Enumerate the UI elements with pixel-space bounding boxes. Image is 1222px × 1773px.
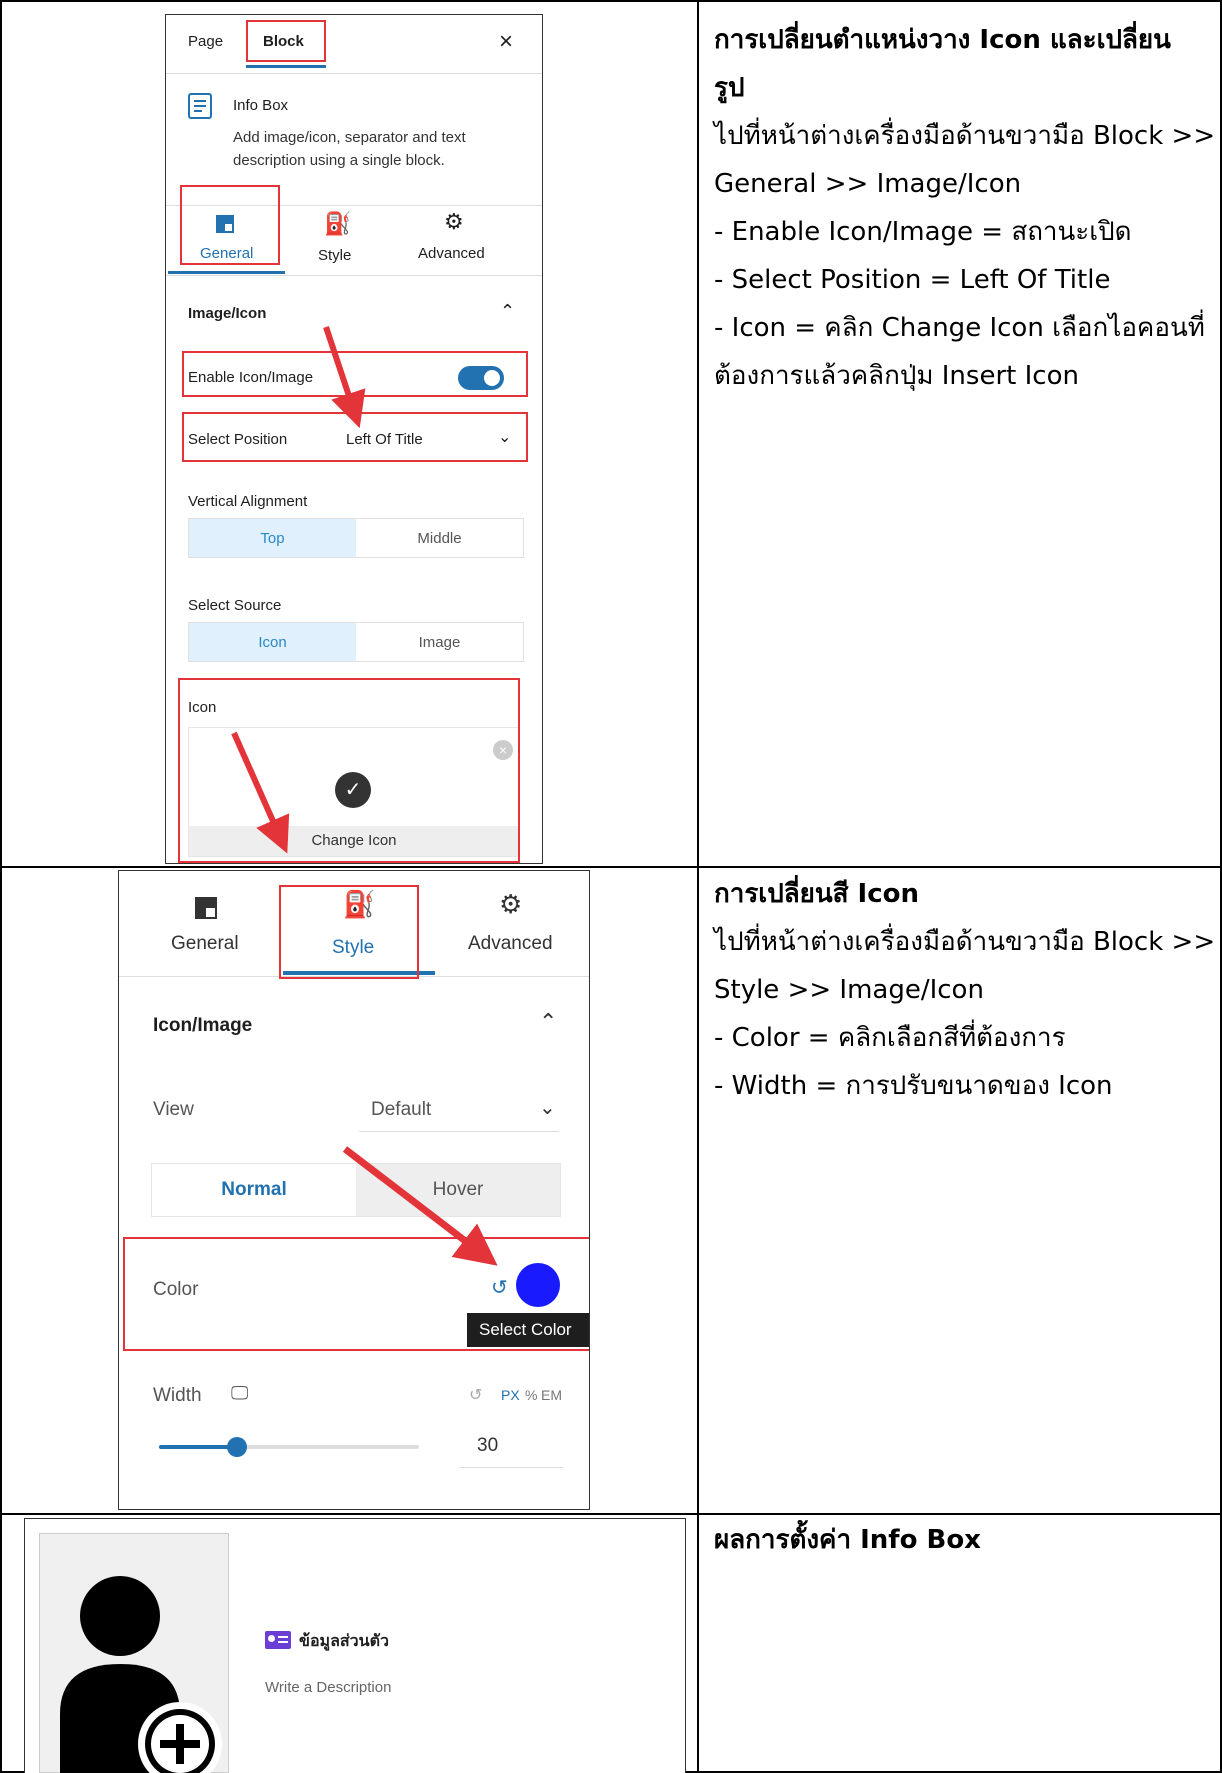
row2-line: - Width = การปรับขนาดของ Icon (714, 1071, 1113, 1101)
column-divider (697, 0, 699, 1773)
row1-title-cont: รูป (714, 73, 745, 103)
row1-title: การเปลี่ยนตำแหน่งวาง Icon และเปลี่ยน (714, 25, 1171, 55)
user-add-icon (60, 1576, 222, 1773)
image-placeholder (39, 1533, 229, 1773)
annotation-arrows (231, 326, 366, 854)
block-settings-panel: Page Block × Info Box Add image/icon, se… (165, 14, 543, 864)
info-box-preview: ข้อมูลส่วนตัว Write a Description (24, 1518, 686, 1773)
row2-title: การเปลี่ยนสี Icon (714, 879, 920, 909)
arrow (323, 326, 366, 429)
row2-line: - Color = คลิกเลือกสีที่ต้องการ (714, 1023, 1066, 1053)
row1-description: การเปลี่ยนตำแหน่งวาง Icon และเปลี่ยน รูป… (714, 16, 1216, 400)
info-box-heading: ข้อมูลส่วนตัว (299, 1631, 389, 1650)
row-divider-1 (0, 866, 1222, 868)
arrow (231, 731, 290, 854)
row-divider-2 (0, 1513, 1222, 1515)
row2-line: ไปที่หน้าต่างเครื่องมือด้านขวามือ Block … (714, 927, 1216, 957)
info-box-description: Write a Description (265, 1679, 392, 1696)
style-settings-panel: General ⛽ Style ⚙ Advanced Icon/Image ⌃ … (118, 870, 590, 1510)
row2-line: Style >> Image/Icon (714, 975, 984, 1005)
row1-line: ไปที่หน้าต่างเครื่องมือด้านขวามือ Block … (714, 121, 1216, 151)
row1-line: - Select Position = Left Of Title (714, 265, 1111, 295)
arrow (342, 1146, 498, 1266)
row1-line: General >> Image/Icon (714, 169, 1022, 199)
row3-description: ผลการตั้งค่า Info Box (714, 1516, 1214, 1564)
id-card-icon (265, 1631, 291, 1649)
row1-line: - Icon = คลิก Change Icon เลือกไอคอนที่ (714, 313, 1205, 343)
row3-title: ผลการตั้งค่า Info Box (714, 1525, 981, 1555)
row1-line: - Enable Icon/Image = สถานะเปิด (714, 217, 1132, 247)
row2-description: การเปลี่ยนสี Icon ไปที่หน้าต่างเครื่องมื… (714, 870, 1216, 1110)
annotation-arrows (342, 1146, 498, 1266)
row1-line: ต้องการแล้วคลิกปุ่ม Insert Icon (714, 361, 1079, 391)
